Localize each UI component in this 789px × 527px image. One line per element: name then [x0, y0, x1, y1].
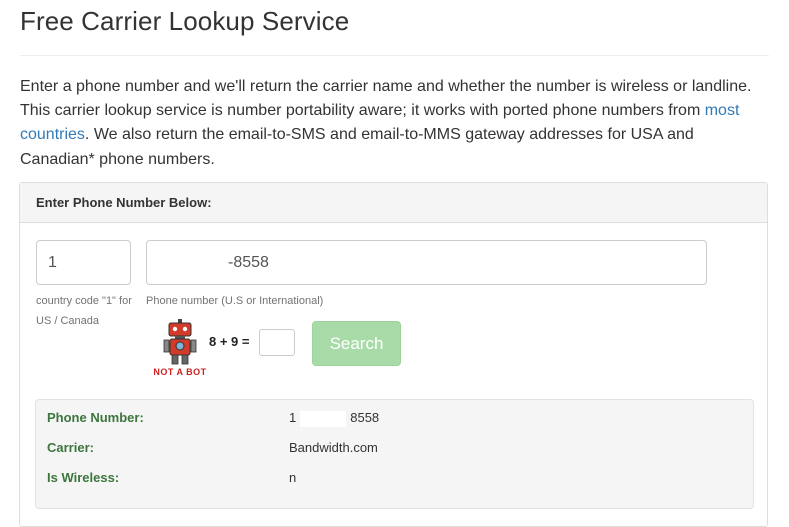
robot-icon — [163, 319, 197, 365]
phone-number-suffix: 8558 — [350, 410, 380, 425]
result-row-phone: Phone Number: 1 8558 — [36, 410, 753, 430]
country-code-input[interactable] — [36, 240, 131, 285]
carrier-label: Carrier: — [47, 440, 94, 455]
phone-number-prefix: 1 — [289, 410, 297, 425]
redaction-block — [300, 410, 347, 427]
not-a-bot-label: NOT A BOT — [153, 367, 207, 377]
carrier-value: Bandwidth.com — [289, 440, 378, 455]
intro-paragraph: Enter a phone number and we'll return th… — [20, 75, 769, 172]
lookup-panel: Enter Phone Number Below: country code "… — [19, 182, 768, 527]
intro-text-end: . We also return the email-to-SMS and em… — [20, 126, 694, 168]
is-wireless-label: Is Wireless: — [47, 470, 120, 485]
phone-number-help: Phone number (U.S or International) — [146, 295, 324, 307]
intro-text-start: Enter a phone number and we'll return th… — [20, 78, 752, 120]
not-a-bot-badge: NOT A BOT — [145, 317, 215, 383]
country-code-help: country code "1" for US / Canada — [36, 295, 132, 327]
is-wireless-value: n — [289, 470, 297, 485]
panel-heading: Enter Phone Number Below: — [20, 183, 767, 223]
captcha-answer-input[interactable] — [259, 329, 295, 356]
captcha-question: 8 + 9 = — [209, 334, 250, 349]
phone-number-input[interactable] — [146, 240, 707, 285]
phone-number-label: Phone Number: — [47, 410, 144, 425]
title-divider — [20, 55, 769, 56]
phone-number-value: 1 8558 — [289, 410, 379, 427]
result-panel: Phone Number: 1 8558 Carrier: Bandwidth.c… — [35, 399, 754, 509]
result-row-carrier: Carrier: Bandwidth.com — [36, 440, 753, 460]
search-button[interactable]: Search — [312, 321, 401, 366]
page-title: Free Carrier Lookup Service — [20, 6, 350, 36]
result-row-wireless: Is Wireless: n — [36, 470, 753, 490]
